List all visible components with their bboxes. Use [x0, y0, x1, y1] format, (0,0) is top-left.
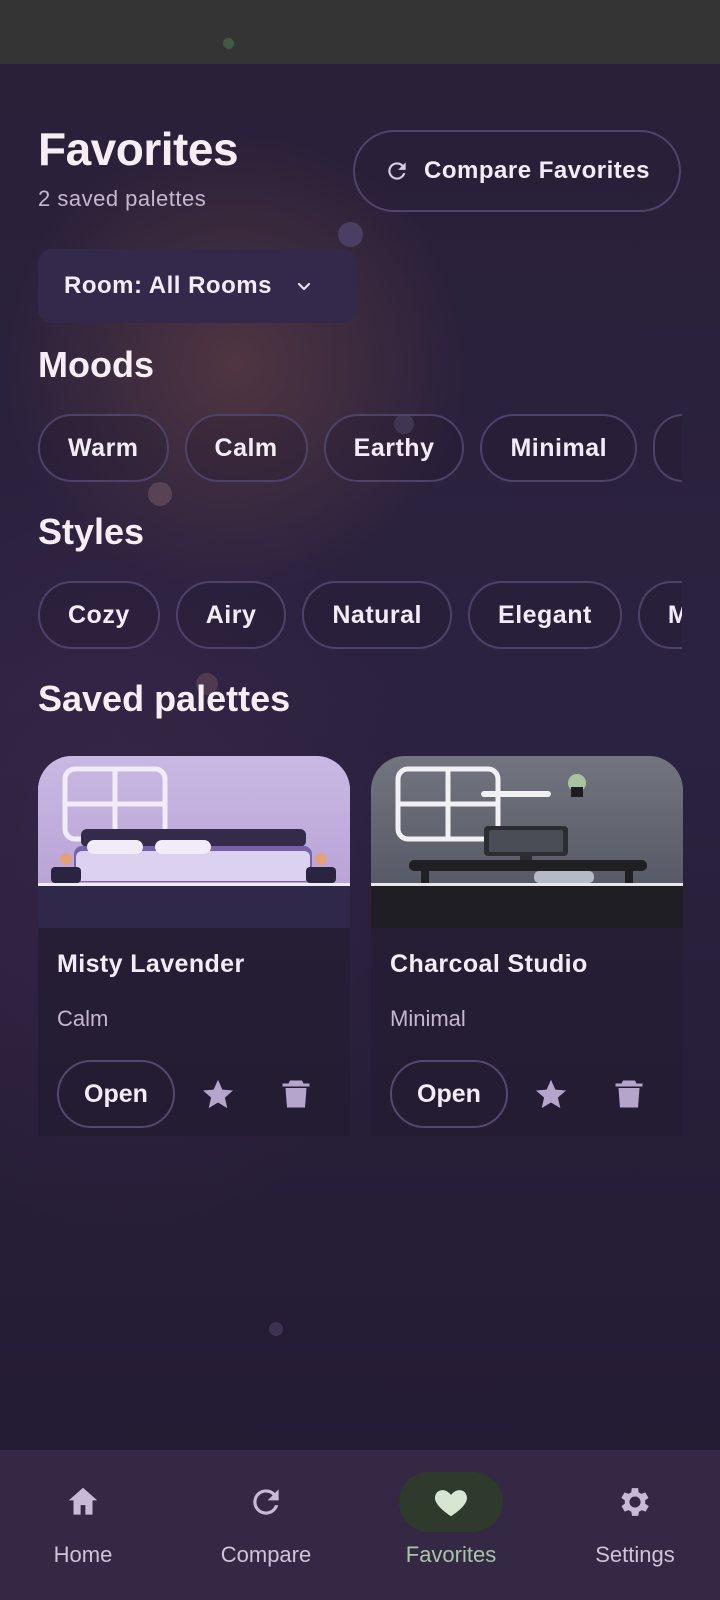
palette-name: Misty Lavender	[57, 950, 245, 978]
mood-chip[interactable]	[653, 414, 682, 482]
page-title: Favorites	[38, 123, 239, 175]
palette-mood: Minimal	[390, 1006, 466, 1031]
star-icon[interactable]	[533, 1076, 569, 1112]
gear-icon	[621, 1488, 649, 1516]
chevron-down-icon	[297, 282, 311, 291]
style-chip[interactable]: Airy	[175, 581, 287, 649]
nav-item-favorites[interactable]: Favorites	[361, 1450, 541, 1600]
favorites-screen: Favorites 2 saved palettes Compare Favor…	[0, 64, 720, 1450]
palette-card[interactable]: Misty Lavender Calm Open	[38, 756, 350, 1136]
room-filter-label: Room: All Rooms	[64, 272, 272, 299]
home-icon	[68, 1487, 98, 1515]
nav-icon-container	[31, 1472, 135, 1532]
nav-label: Home	[53, 1542, 113, 1567]
mood-chip[interactable]: Warm	[38, 414, 169, 482]
saved-palettes-heading: Saved palettes	[38, 678, 291, 719]
nav-icon-container	[399, 1472, 503, 1532]
styles-chip-row[interactable]: Cozy Airy Natural Elegant M	[38, 581, 682, 653]
style-chip[interactable]: Elegant	[468, 581, 622, 649]
trash-icon[interactable]	[611, 1076, 647, 1112]
nav-label: Compare	[220, 1542, 312, 1567]
style-chip[interactable]: M	[637, 581, 682, 649]
open-palette-button[interactable]: Open	[57, 1060, 175, 1128]
lavender-bedroom-illustration	[38, 756, 350, 928]
nav-icon-container	[214, 1472, 318, 1532]
nav-item-home[interactable]: Home	[0, 1450, 173, 1600]
camera-cutout	[223, 38, 234, 49]
open-palette-button[interactable]: Open	[390, 1060, 508, 1128]
styles-heading: Styles	[38, 511, 145, 552]
palette-card[interactable]: Charcoal Studio Minimal Open	[371, 756, 683, 1136]
charcoal-living-room-illustration	[371, 756, 683, 928]
style-chip[interactable]: Natural	[302, 581, 453, 649]
compare-favorites-label: Compare Favorites	[424, 157, 650, 184]
nav-item-compare[interactable]: Compare	[176, 1450, 356, 1600]
decorative-bubble	[269, 1322, 283, 1336]
trash-icon[interactable]	[278, 1076, 314, 1112]
refresh-icon	[388, 162, 406, 180]
style-chip[interactable]: Cozy	[38, 581, 160, 649]
bottom-navigation: Home Compare Favorites Settings	[0, 1450, 720, 1600]
mood-chip[interactable]: Earthy	[323, 414, 465, 482]
room-filter-dropdown[interactable]: Room: All Rooms	[38, 249, 356, 323]
refresh-icon	[253, 1489, 279, 1515]
saved-count: 2 saved palettes	[38, 186, 207, 211]
decorative-bubble	[338, 222, 363, 247]
moods-chip-row[interactable]: Warm Calm Earthy Minimal	[38, 414, 682, 486]
heart-icon	[435, 1490, 467, 1517]
mood-chip[interactable]: Minimal	[480, 414, 638, 482]
status-bar	[0, 0, 720, 64]
palette-mood: Calm	[57, 1006, 109, 1031]
compare-favorites-button[interactable]: Compare Favorites	[353, 130, 681, 212]
palette-name: Charcoal Studio	[390, 950, 588, 978]
nav-label: Settings	[595, 1542, 675, 1567]
nav-item-settings[interactable]: Settings	[545, 1450, 720, 1600]
mood-chip[interactable]: Calm	[184, 414, 308, 482]
star-icon[interactable]	[200, 1076, 236, 1112]
nav-icon-container	[583, 1472, 687, 1532]
moods-heading: Moods	[38, 344, 154, 385]
nav-label: Favorites	[405, 1542, 497, 1567]
